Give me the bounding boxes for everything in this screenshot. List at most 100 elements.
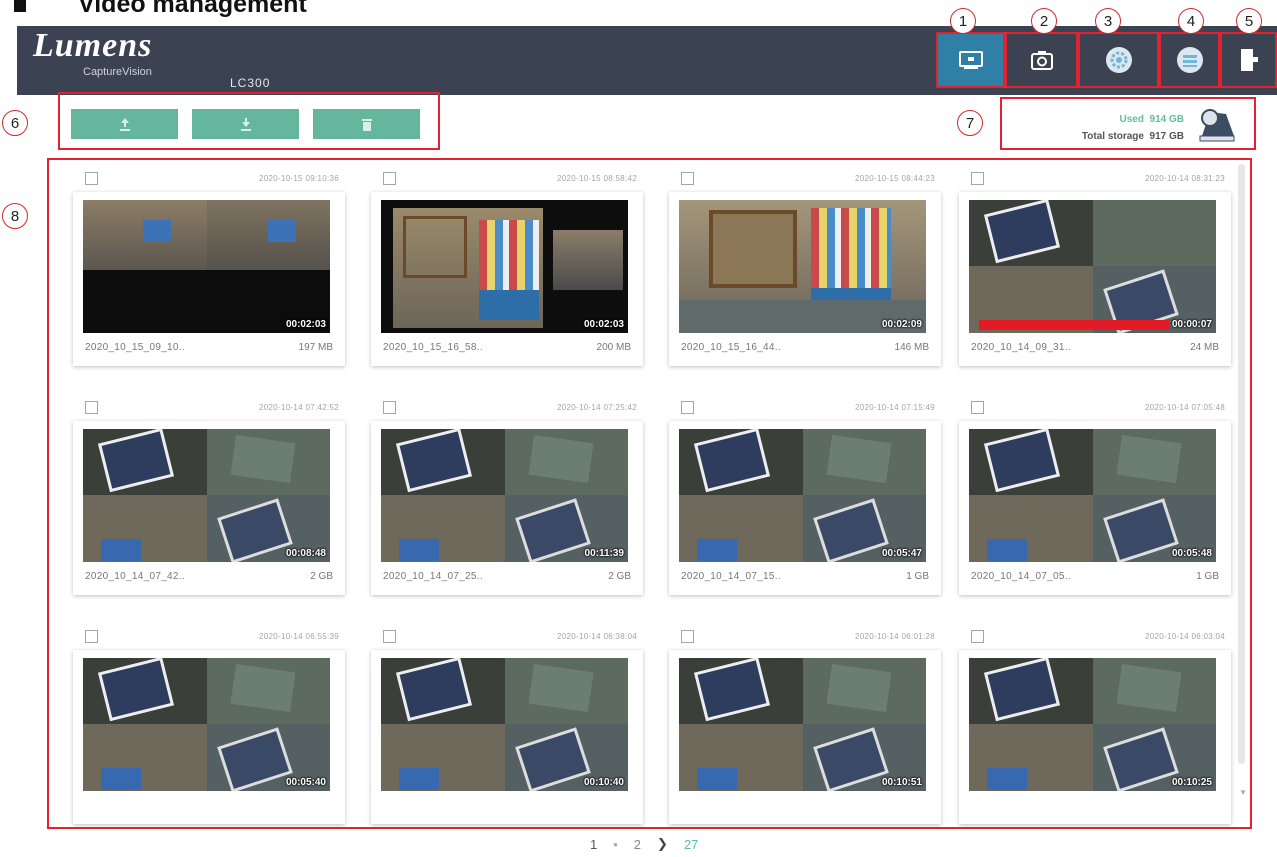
video-select-checkbox[interactable] — [85, 172, 98, 185]
nav-preview-button[interactable] — [936, 32, 1005, 88]
nav-logout-button[interactable] — [1220, 32, 1277, 88]
video-size: 146 MB — [894, 342, 929, 353]
video-timestamp: 2020-10-14 07:05:48 — [1145, 403, 1225, 412]
video-card[interactable]: 2020-10-14 06:03:04 00:10:25 — [959, 622, 1231, 824]
video-thumbnail[interactable]: 00:10:40 — [381, 658, 628, 791]
video-card[interactable]: 2020-10-14 07:42:52 00:08:48 2020_10_14_07… — [73, 393, 345, 595]
video-thumbnail[interactable]: 00:02:09 — [679, 200, 926, 333]
pagination: 1 • 2 ❯ 27 — [590, 836, 698, 852]
video-card[interactable]: 2020-10-15 09:10:36 00:02:03 2020_10_15_09… — [73, 164, 345, 366]
video-panel: 00:02:03 2020_10_15_09_10.. 197 MB — [73, 192, 345, 366]
download-button[interactable] — [192, 109, 299, 139]
video-thumbnail[interactable]: 00:05:48 — [969, 429, 1216, 562]
video-duration: 00:10:25 — [1171, 777, 1212, 788]
video-select-checkbox[interactable] — [85, 630, 98, 643]
video-timestamp: 2020-10-14 06:38:04 — [557, 632, 637, 641]
callout-3: 3 — [1095, 8, 1121, 34]
video-card[interactable]: 2020-10-14 08:31:23 00:00:07 2020_10_14_09… — [959, 164, 1231, 366]
video-thumbnail[interactable]: 00:10:51 — [679, 658, 926, 791]
grid-scrollbar[interactable] — [1238, 164, 1245, 764]
card-header: 2020-10-15 08:44:23 — [669, 164, 941, 192]
video-info — [969, 791, 1221, 819]
video-select-checkbox[interactable] — [383, 172, 396, 185]
video-size: 197 MB — [298, 342, 333, 353]
video-select-checkbox[interactable] — [681, 630, 694, 643]
video-card[interactable]: 2020-10-14 07:05:48 00:05:48 2020_10_14_07… — [959, 393, 1231, 595]
video-duration: 00:05:48 — [1171, 548, 1212, 559]
card-header: 2020-10-14 07:42:52 — [73, 393, 345, 421]
upload-button[interactable] — [71, 109, 178, 139]
video-thumbnail[interactable]: 00:10:25 — [969, 658, 1216, 791]
page-current[interactable]: 1 — [590, 837, 597, 852]
video-duration: 00:05:40 — [285, 777, 326, 788]
callout-5: 5 — [1236, 8, 1262, 34]
video-panel: 00:10:25 — [959, 650, 1231, 824]
video-thumbnail[interactable]: 00:02:03 — [381, 200, 628, 333]
video-duration: 00:08:48 — [285, 548, 326, 559]
video-select-checkbox[interactable] — [971, 401, 984, 414]
video-info: 2020_10_15_16_58.. 200 MB — [381, 333, 633, 361]
storage-total-value: 917 GB — [1149, 131, 1184, 142]
card-header: 2020-10-14 07:15:49 — [669, 393, 941, 421]
video-info: 2020_10_14_07_15.. 1 GB — [679, 562, 931, 590]
card-header: 2020-10-15 08:58:42 — [371, 164, 643, 192]
video-panel: 00:10:40 — [371, 650, 643, 824]
video-card[interactable]: 2020-10-15 08:58:42 00:02:03 2020_10_15_16… — [371, 164, 643, 366]
card-header: 2020-10-15 09:10:36 — [73, 164, 345, 192]
video-select-checkbox[interactable] — [383, 630, 396, 643]
card-header: 2020-10-14 06:38:04 — [371, 622, 643, 650]
video-panel: 00:11:39 2020_10_14_07_25.. 2 GB — [371, 421, 643, 595]
video-thumbnail[interactable]: 00:11:39 — [381, 429, 628, 562]
brand-subname: CaptureVision — [83, 66, 152, 78]
callout-8: 8 — [2, 203, 28, 229]
video-timestamp: 2020-10-14 08:31:23 — [1145, 174, 1225, 183]
storage-total-label: Total storage — [1081, 131, 1144, 142]
video-select-checkbox[interactable] — [383, 401, 396, 414]
video-panel: 00:08:48 2020_10_14_07_42.. 2 GB — [73, 421, 345, 595]
video-info: 2020_10_15_16_44.. 146 MB — [679, 333, 931, 361]
callout-7: 7 — [957, 110, 983, 136]
video-card[interactable]: 2020-10-14 06:38:04 00:10:40 — [371, 622, 643, 824]
video-panel: 00:00:07 2020_10_14_09_31.. 24 MB — [959, 192, 1231, 366]
video-card[interactable]: 2020-10-15 08:44:23 00:02:09 2020_10_15_16… — [669, 164, 941, 366]
video-thumbnail[interactable]: 00:05:40 — [83, 658, 330, 791]
video-select-checkbox[interactable] — [971, 172, 984, 185]
scroll-down-icon[interactable]: ▼ — [1239, 788, 1247, 797]
video-card[interactable]: 2020-10-14 07:25:42 00:11:39 2020_10_14_07… — [371, 393, 643, 595]
logout-icon — [1240, 49, 1258, 71]
gear-icon — [1105, 47, 1132, 73]
video-info: 2020_10_14_07_42.. 2 GB — [83, 562, 335, 590]
video-duration: 00:11:39 — [584, 548, 624, 559]
video-filename: 2020_10_14_07_15.. — [681, 571, 781, 582]
video-grid: ▼ 2020-10-15 09:10:36 00:02:03 2020_10_15_… — [47, 158, 1252, 829]
video-timestamp: 2020-10-15 08:58:42 — [557, 174, 637, 183]
video-card[interactable]: 2020-10-14 07:15:49 00:05:47 2020_10_14_07… — [669, 393, 941, 595]
video-select-checkbox[interactable] — [85, 401, 98, 414]
video-select-checkbox[interactable] — [681, 172, 694, 185]
nav-snapshot-button[interactable] — [1005, 32, 1078, 88]
card-header: 2020-10-14 08:31:23 — [959, 164, 1231, 192]
card-header: 2020-10-14 06:55:39 — [73, 622, 345, 650]
video-card[interactable]: 2020-10-14 06:55:39 00:05:40 — [73, 622, 345, 824]
video-timestamp: 2020-10-14 06:55:39 — [259, 632, 339, 641]
video-thumbnail[interactable]: 00:08:48 — [83, 429, 330, 562]
video-thumbnail[interactable]: 00:00:07 — [969, 200, 1216, 333]
video-thumbnail[interactable]: 00:05:47 — [679, 429, 926, 562]
video-filename: 2020_10_14_07_05.. — [971, 571, 1071, 582]
video-info: 2020_10_14_07_25.. 2 GB — [381, 562, 633, 590]
page-last[interactable]: 27 — [684, 837, 698, 852]
video-card[interactable]: 2020-10-14 06:01:28 00:10:51 — [669, 622, 941, 824]
page-next-number[interactable]: 2 — [634, 837, 641, 852]
callout-2: 2 — [1031, 8, 1057, 34]
video-duration: 00:05:47 — [881, 548, 922, 559]
nav-network-button[interactable] — [1159, 32, 1220, 88]
nav-settings-button[interactable] — [1078, 32, 1159, 88]
video-info — [381, 791, 633, 819]
video-thumbnail[interactable]: 00:02:03 — [83, 200, 330, 333]
page-heading-text: Video management — [78, 0, 307, 18]
video-select-checkbox[interactable] — [681, 401, 694, 414]
video-panel: 00:02:09 2020_10_15_16_44.. 146 MB — [669, 192, 941, 366]
delete-button[interactable] — [313, 109, 420, 139]
chevron-right-icon[interactable]: ❯ — [657, 836, 668, 852]
video-select-checkbox[interactable] — [971, 630, 984, 643]
